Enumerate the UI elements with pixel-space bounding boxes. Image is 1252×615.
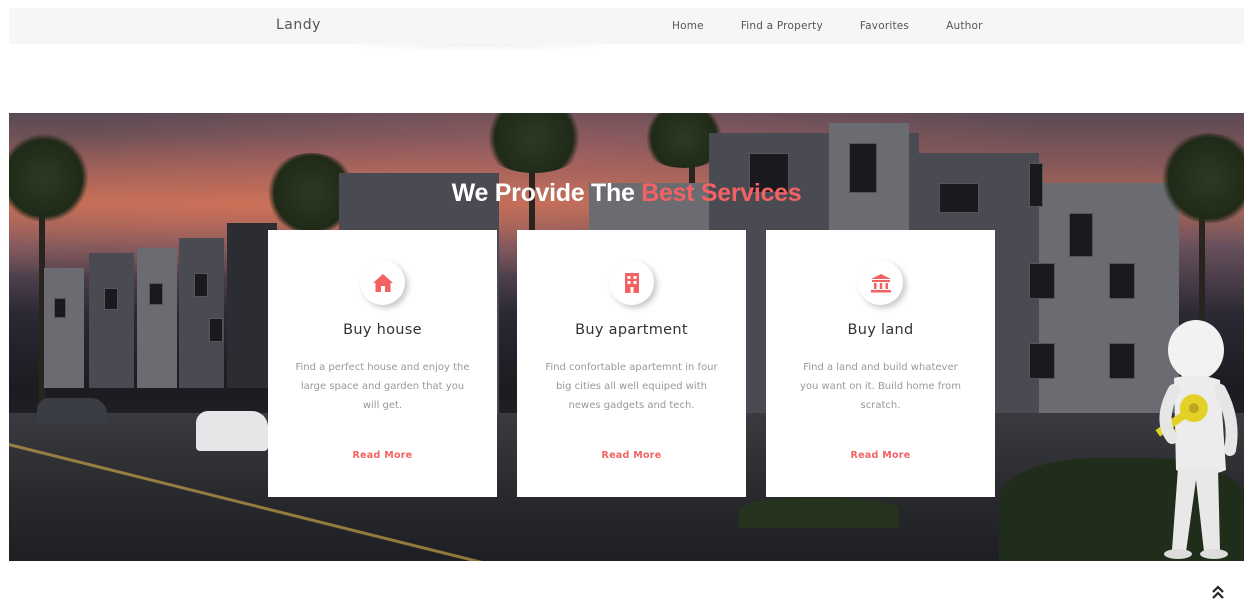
- navbar: Landy Home Find a Property Favorites Aut…: [9, 8, 1244, 44]
- card-description: Find a perfect house and enjoy the large…: [295, 362, 470, 411]
- home-icon: [360, 260, 405, 305]
- card-title: Buy land: [847, 322, 914, 338]
- scroll-to-top-button[interactable]: [1210, 585, 1226, 601]
- card-title: Buy house: [343, 322, 422, 338]
- read-more-link[interactable]: Read More: [517, 450, 746, 461]
- service-card-buy-apartment: Buy apartment Find confortable apartemnt…: [517, 230, 746, 497]
- section-title-accent: Best Services: [641, 179, 802, 207]
- card-description: Find a land and build whatever you want …: [799, 362, 962, 411]
- nav-link-find-property[interactable]: Find a Property: [741, 20, 823, 32]
- building-icon: [609, 260, 654, 305]
- read-more-link[interactable]: Read More: [766, 450, 995, 461]
- double-chevron-up-icon: [1212, 585, 1224, 599]
- navbar-shadow: [330, 44, 630, 52]
- brand-logo[interactable]: Landy: [276, 17, 321, 33]
- card-description: Find confortable apartemnt in four big c…: [545, 362, 718, 411]
- nav-link-author[interactable]: Author: [946, 20, 983, 32]
- section-title: We Provide The Best Services: [451, 179, 802, 207]
- service-card-buy-land: Buy land Find a land and build whatever …: [766, 230, 995, 497]
- card-title: Buy apartment: [575, 322, 688, 338]
- nav-links: Home Find a Property Favorites Author: [672, 20, 1020, 32]
- service-card-buy-house: Buy house Find a perfect house and enjoy…: [268, 230, 497, 497]
- nav-link-home[interactable]: Home: [672, 20, 704, 32]
- services-hero: We Provide The Best Services Buy house F…: [9, 113, 1244, 561]
- bank-icon: [858, 260, 903, 305]
- read-more-link[interactable]: Read More: [268, 450, 497, 461]
- figure-with-key-illustration: [1155, 320, 1238, 559]
- nav-link-favorites[interactable]: Favorites: [860, 20, 909, 32]
